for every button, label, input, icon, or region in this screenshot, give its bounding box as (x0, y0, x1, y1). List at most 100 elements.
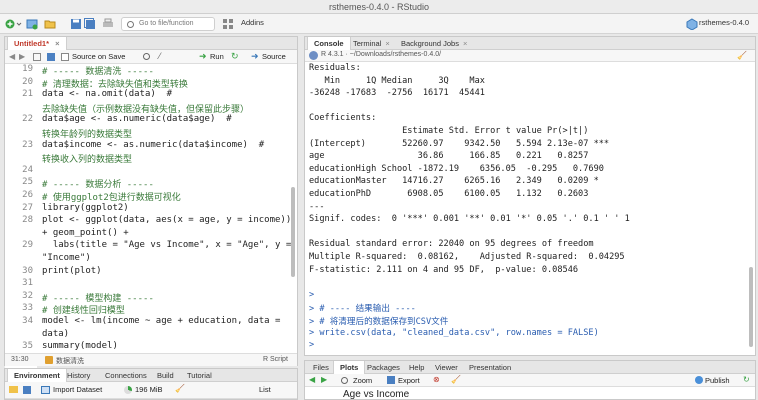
addins-menu[interactable]: Addins (241, 18, 264, 27)
code-line: plot <- ggplot(data, aes(x = age, y = in… (42, 215, 292, 226)
line-number: 34 (22, 316, 33, 326)
clear-console-icon[interactable]: 🧹 (737, 51, 747, 60)
tab-presentation[interactable]: Presentation (463, 361, 517, 374)
plot-title: Age vs Income (343, 389, 410, 400)
publish-button[interactable]: Publish (705, 376, 730, 385)
save-all-icon[interactable] (84, 18, 96, 30)
console-line: educationPhD 6908.05 6100.05 1.132 0.260… (309, 189, 589, 199)
source-button[interactable]: Source (262, 52, 286, 61)
source-on-save-label: Source on Save (72, 52, 126, 61)
source-on-save-checkbox[interactable] (61, 53, 69, 61)
close-icon[interactable]: × (55, 39, 59, 48)
back-icon[interactable]: ◀ (309, 375, 315, 384)
forward-icon[interactable]: ▶ (321, 375, 327, 384)
memory-pie-icon[interactable] (124, 386, 132, 394)
code-area[interactable]: # ----- 数据清洗 ----- # 清理数据：去除缺失值和类型转换 data … (38, 64, 292, 370)
console-line: > (309, 289, 315, 300)
print-icon[interactable] (102, 18, 114, 30)
tab-files[interactable]: Files (307, 361, 335, 374)
save-icon[interactable] (47, 53, 55, 61)
code-line: # ----- 模型构建 ----- (42, 293, 154, 304)
console-line: --- (309, 201, 325, 212)
show-in-window-icon[interactable] (33, 53, 41, 61)
console-line: Residuals: (309, 63, 361, 73)
broom-icon[interactable]: 🧹 (175, 384, 185, 393)
tab-background-jobs[interactable]: Background Jobs × (395, 37, 473, 50)
tab-build[interactable]: Build (151, 369, 180, 382)
grid-layout-icon[interactable] (222, 18, 234, 30)
editor-toolbar: ◀ ▶ Source on Save ⁄ ➜ Run ↻ ➜ Source (5, 50, 297, 64)
tab-help[interactable]: Help (403, 361, 430, 374)
editor-scrollbar[interactable] (291, 187, 295, 277)
editor-tabs: Untitled1* × (5, 37, 297, 50)
tab-environment[interactable]: Environment (7, 369, 67, 382)
source-editor-pane: Untitled1* × ◀ ▶ Source on Save ⁄ ➜ Run … (4, 36, 298, 370)
list-view-menu[interactable]: List (259, 385, 271, 394)
code-line: print(plot) (42, 265, 102, 276)
memory-usage[interactable]: 196 MiB (135, 385, 163, 394)
tab-history[interactable]: History (61, 369, 96, 382)
new-file-icon[interactable] (4, 18, 16, 30)
code-line: data <- na.omit(data) # (42, 89, 173, 100)
export-icon[interactable] (387, 376, 395, 384)
tab-connections[interactable]: Connections (99, 369, 153, 382)
zoom-icon[interactable] (341, 377, 348, 384)
section-navigator[interactable]: 数据清洗 (56, 356, 84, 366)
line-number: 23 (22, 139, 33, 150)
code-line: # ----- 数据分析 ----- (42, 180, 154, 191)
publish-icon[interactable] (695, 376, 703, 384)
run-button[interactable]: Run (210, 52, 224, 61)
window-title: rsthemes-0.4.0 - RStudio (328, 2, 430, 12)
tab-tutorial[interactable]: Tutorial (181, 369, 218, 382)
console-line: age 36.86 166.85 0.221 0.8257 (309, 151, 589, 162)
rerun-icon[interactable]: ↻ (231, 51, 239, 62)
import-dataset-menu[interactable]: Import Dataset (53, 385, 102, 394)
export-menu[interactable]: Export (398, 376, 420, 385)
console-line: > (309, 340, 315, 351)
close-icon[interactable]: × (385, 39, 389, 48)
save-icon[interactable] (23, 386, 31, 394)
refresh-icon[interactable]: ↻ (743, 375, 750, 384)
goto-file-input[interactable]: Go to file/function (121, 17, 215, 31)
line-number: 25 (22, 177, 33, 188)
run-arrow-icon[interactable]: ➜ (199, 51, 207, 62)
line-number: 19 (22, 64, 33, 74)
code-line: "Income") (42, 253, 91, 263)
tab-terminal[interactable]: Terminal × (347, 37, 396, 50)
save-icon[interactable] (70, 18, 82, 30)
section-icon[interactable] (45, 356, 53, 364)
search-icon[interactable] (143, 53, 150, 60)
cursor-position: 31:30 (11, 356, 29, 363)
project-menu[interactable]: rsthemes-0.4.0 (699, 18, 749, 27)
source-arrow-icon[interactable]: ➜ (251, 51, 259, 62)
chevron-down-icon[interactable] (16, 18, 22, 30)
tab-console[interactable]: Console (307, 37, 351, 50)
new-project-icon[interactable] (26, 18, 38, 30)
console-line: Multiple R-squared: 0.08162, Adjusted R-… (309, 252, 625, 262)
console-output[interactable]: Residuals: Min 1Q Median 3Q Max -36248 -1… (309, 63, 747, 353)
remove-plot-icon[interactable]: ⊗ (433, 375, 440, 384)
console-pane: Console Terminal × Background Jobs × R 4.3… (304, 36, 756, 356)
magic-wand-icon[interactable]: ⁄ (159, 51, 161, 61)
code-line: labs(title = "Age vs Income", x = "Age",… (42, 240, 292, 251)
open-folder-icon[interactable] (9, 386, 18, 393)
close-icon[interactable]: × (463, 39, 467, 48)
working-directory[interactable]: R 4.3.1 · ~/Downloads/rsthemes-0.4.0/ (321, 51, 441, 58)
file-type-menu[interactable]: R Script (263, 356, 288, 363)
tab-untitled1[interactable]: Untitled1* × (7, 37, 67, 50)
line-number: 26 (22, 190, 33, 200)
environment-toolbar: Import Dataset 196 MiB 🧹 List (5, 382, 297, 399)
import-dataset-icon[interactable] (41, 386, 50, 394)
code-line: 去除缺失值（示例数据没有缺失值，但保留此步骤） (42, 104, 250, 115)
broom-icon[interactable]: 🧹 (451, 375, 461, 384)
console-line: > # ---- 结果输出 ---- (309, 304, 416, 315)
zoom-button[interactable]: Zoom (353, 376, 372, 385)
open-file-icon[interactable] (44, 18, 56, 30)
forward-icon[interactable]: ▶ (19, 52, 25, 61)
tab-packages[interactable]: Packages (361, 361, 406, 374)
back-icon[interactable]: ◀ (9, 52, 15, 61)
line-number: 21 (22, 89, 33, 100)
console-scrollbar[interactable] (749, 267, 753, 347)
tab-viewer[interactable]: Viewer (429, 361, 464, 374)
files-tabs: Files Plots Packages Help Viewer Present… (305, 361, 755, 374)
